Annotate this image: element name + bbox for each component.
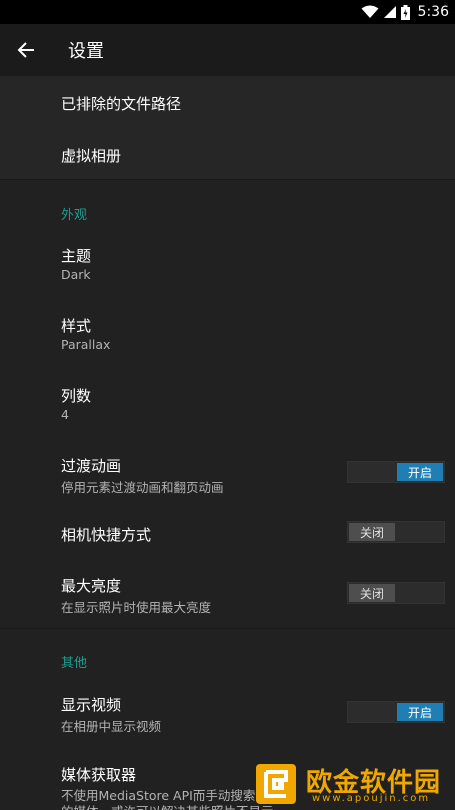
watermark-logo-icon [256, 764, 296, 804]
section-header-other: 其他 [61, 656, 88, 671]
setting-label: 虚拟相册 [61, 147, 122, 165]
setting-style[interactable]: 样式 Parallax [0, 304, 455, 366]
setting-value: Parallax [61, 337, 111, 352]
max-brightness-toggle[interactable]: 关闭 [347, 582, 445, 604]
setting-value: 4 [61, 407, 69, 422]
setting-description-line2: 的媒体，或许可以解决某些照片不显示 [61, 801, 274, 810]
show-videos-toggle[interactable]: 开启 [347, 701, 445, 723]
app-toolbar: 设置 [0, 24, 455, 76]
watermark: 欧金软件园 www.apoujin.com [256, 762, 452, 808]
setting-label: 主题 [61, 247, 92, 265]
setting-label: 样式 [61, 317, 92, 335]
setting-max-brightness[interactable]: 最大亮度 在显示照片时使用最大亮度 关闭 [0, 564, 455, 626]
setting-label: 列数 [61, 387, 92, 405]
setting-excluded-paths[interactable]: 已排除的文件路径 [0, 76, 455, 128]
setting-show-videos[interactable]: 显示视频 在相册中显示视频 开启 [0, 684, 455, 746]
setting-virtual-albums[interactable]: 虚拟相册 [0, 128, 455, 179]
toggle-state: 关闭 [349, 523, 395, 541]
setting-label: 媒体获取器 [61, 766, 137, 784]
arrow-back-icon [17, 42, 34, 58]
section-header-appearance: 外观 [61, 208, 88, 223]
page-title: 设置 [68, 41, 104, 62]
toggle-state: 开启 [397, 463, 443, 481]
setting-label: 相机快捷方式 [61, 526, 152, 544]
setting-theme[interactable]: 主题 Dark [0, 234, 455, 296]
camera-shortcut-toggle[interactable]: 关闭 [347, 521, 445, 543]
watermark-url: www.apoujin.com [312, 793, 431, 804]
setting-description: 在相册中显示视频 [61, 719, 162, 734]
setting-camera-shortcut[interactable]: 相机快捷方式 关闭 [0, 514, 455, 554]
setting-description: 停用元素过渡动画和翻页动画 [61, 480, 224, 495]
divider [0, 179, 455, 180]
setting-description: 在显示照片时使用最大亮度 [61, 600, 212, 615]
setting-label: 已排除的文件路径 [61, 95, 182, 113]
status-time: 5:36 [417, 4, 449, 20]
signal-icon [383, 6, 396, 18]
wifi-icon [361, 5, 379, 18]
status-bar: 5:36 [0, 0, 455, 24]
divider [0, 628, 455, 629]
setting-label: 过渡动画 [61, 457, 122, 475]
setting-columns[interactable]: 列数 4 [0, 374, 455, 436]
transition-toggle[interactable]: 开启 [347, 461, 445, 483]
toggle-state: 开启 [397, 703, 443, 721]
setting-label: 最大亮度 [61, 577, 122, 595]
setting-value: Dark [61, 267, 91, 282]
setting-label: 显示视频 [61, 696, 122, 714]
battery-icon [400, 4, 410, 20]
setting-transition-animation[interactable]: 过渡动画 停用元素过渡动画和翻页动画 开启 [0, 444, 455, 506]
toggle-state: 关闭 [349, 584, 395, 602]
back-button[interactable] [0, 24, 52, 76]
